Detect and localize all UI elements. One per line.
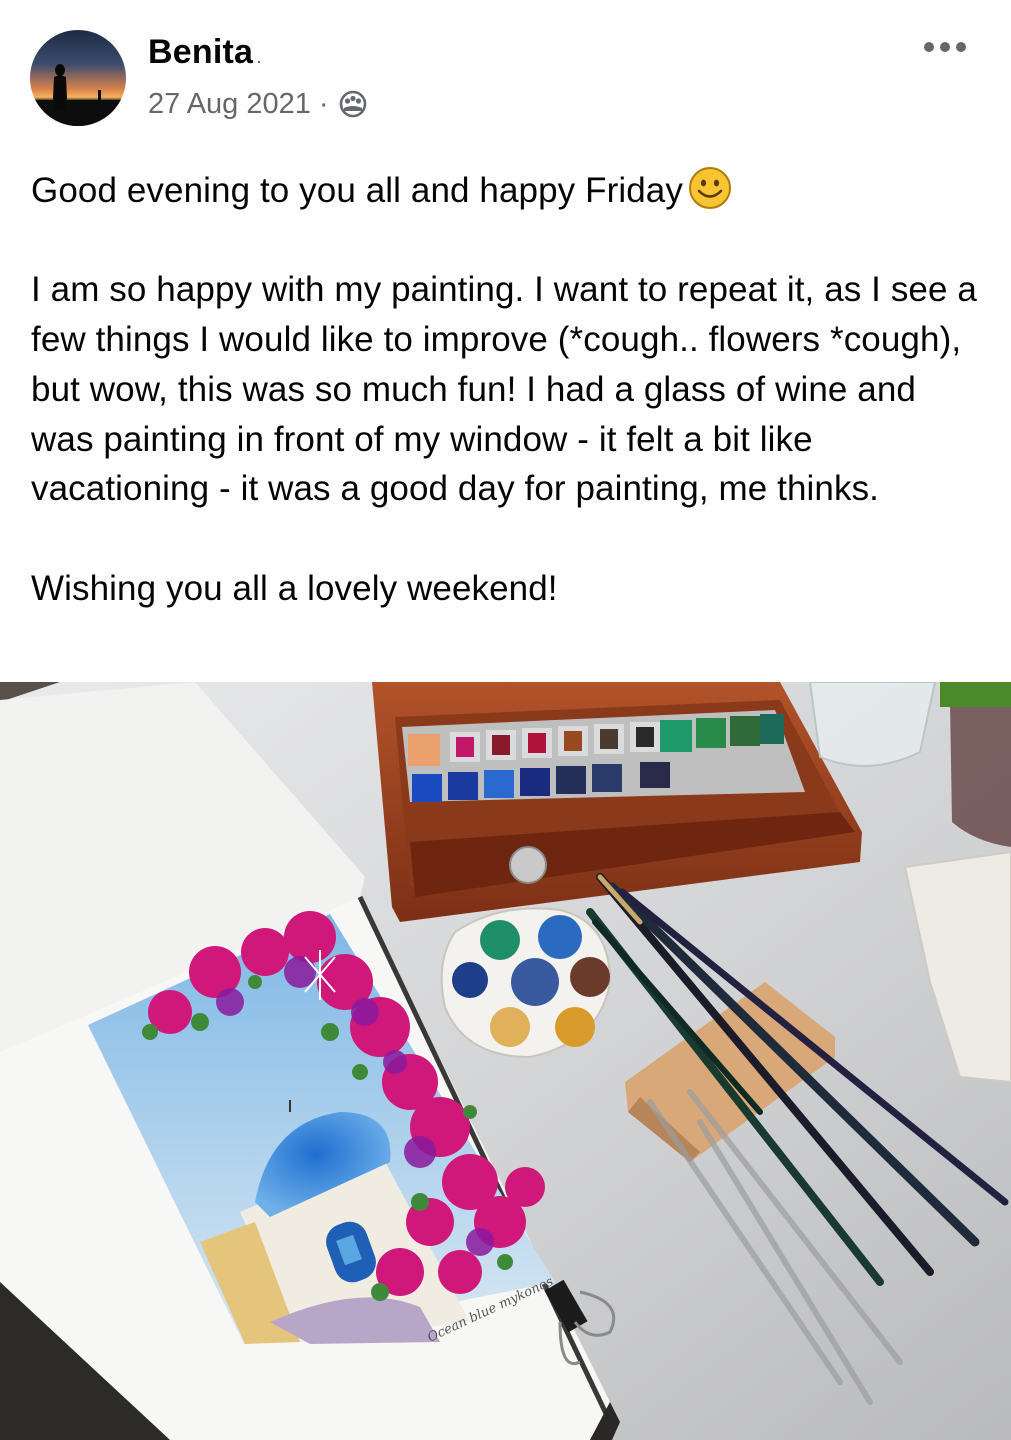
post-paragraph-text: Good evening to you all and happy Friday	[31, 171, 683, 210]
more-dot-icon	[956, 42, 966, 52]
post-photo[interactable]: Ocean blue mykonos	[0, 682, 1011, 1440]
author-name-text[interactable]: Benita	[148, 33, 253, 71]
group-audience-icon[interactable]	[338, 89, 368, 119]
post-date[interactable]: 27 Aug 2021	[148, 88, 311, 121]
smiling-face-emoji	[688, 167, 731, 209]
post-meta: 27 Aug 2021 ·	[148, 86, 368, 122]
author-name[interactable]: Benita.	[148, 33, 261, 72]
more-dot-icon	[924, 42, 934, 52]
post-paragraph: I am so happy with my painting. I want t…	[31, 270, 987, 509]
watercolor-painting-photo: Ocean blue mykonos	[0, 682, 1011, 1440]
more-options-button[interactable]	[920, 32, 970, 62]
paint-palette	[440, 907, 612, 1059]
avatar-silhouette-icon	[30, 64, 126, 126]
more-dot-icon	[940, 42, 950, 52]
author-suffix: .	[257, 50, 262, 66]
post-body: Good evening to you all and happy Friday…	[31, 165, 986, 613]
meta-separator: ·	[318, 87, 329, 120]
post-paragraph: Wishing you all a lovely weekend!	[31, 568, 558, 608]
post-header: Benita. 27 Aug 2021 ·	[0, 0, 1011, 140]
author-avatar[interactable]	[30, 30, 126, 126]
post-paragraph: Good evening to you all and happy Friday	[31, 165, 986, 216]
glass-of-water	[808, 682, 937, 767]
